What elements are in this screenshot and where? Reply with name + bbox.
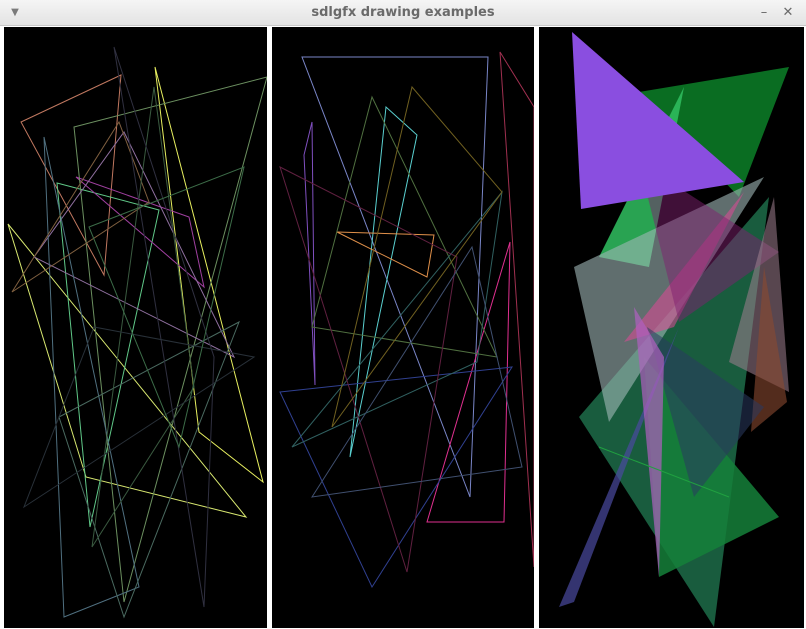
drawing-panel-right xyxy=(539,27,804,628)
window-title: sdlgfx drawing examples xyxy=(311,5,495,20)
line-polygon-1 xyxy=(154,66,264,484)
left-canvas xyxy=(7,46,267,619)
line-polygon-8 xyxy=(311,95,498,358)
line-polygon-7 xyxy=(303,121,316,386)
line-polygon-8 xyxy=(43,136,140,618)
drawing-panel-middle xyxy=(272,27,534,628)
line-polygon-6 xyxy=(279,366,513,589)
title-bar[interactable]: ▼ sdlgfx drawing examples – ✕ xyxy=(0,0,806,26)
line-polygon-6 xyxy=(73,76,267,603)
line-polygon-2 xyxy=(7,223,248,518)
line-polygon-10 xyxy=(58,320,240,619)
line-polygon-3 xyxy=(20,74,122,277)
line-polygon-11 xyxy=(310,245,523,498)
right-canvas xyxy=(559,32,789,627)
close-icon[interactable]: ✕ xyxy=(780,5,796,21)
app-window: ▼ sdlgfx drawing examples – ✕ xyxy=(0,0,806,629)
line-polygon-1 xyxy=(301,56,489,498)
drawing-panel-left xyxy=(4,27,267,628)
middle-canvas xyxy=(279,51,534,589)
minimize-icon[interactable]: – xyxy=(756,5,772,21)
line-polygon-5 xyxy=(336,231,435,278)
line-polygon-3 xyxy=(426,241,511,523)
line-polygon-9 xyxy=(11,120,150,293)
line-polygon-12 xyxy=(331,85,503,428)
